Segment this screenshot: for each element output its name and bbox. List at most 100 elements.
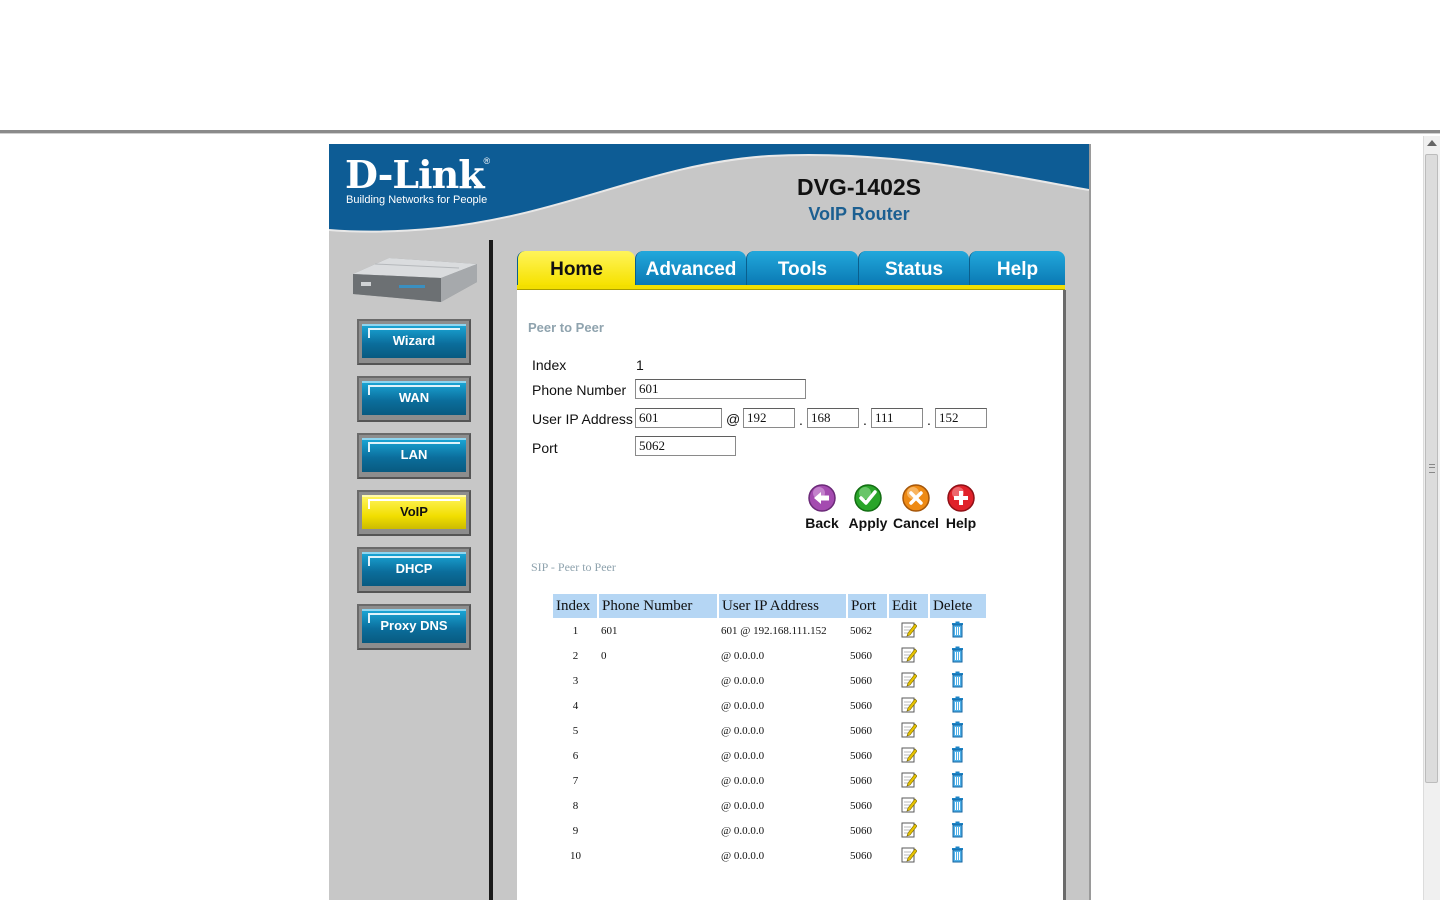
delete-trash-icon[interactable] [951,671,964,691]
cell-user-ip: @ 0.0.0.0 [721,699,765,712]
dlink-logo: D-Link® [345,152,491,197]
browser-top-area [0,0,1440,130]
tab-help[interactable]: Help [969,251,1065,285]
cell-port: 5060 [850,849,872,862]
delete-trash-icon[interactable] [951,696,964,716]
cell-delete [929,843,986,868]
phone-number-label: Phone Number [532,382,627,398]
cell-user-ip: @ 0.0.0.0 [721,824,765,837]
sidebar-item-proxy-dns[interactable]: Proxy DNS [357,604,471,650]
help-button[interactable]: Help [938,483,984,531]
port-label: Port [532,440,558,456]
edit-icon[interactable] [901,846,917,866]
delete-trash-icon[interactable] [951,646,964,666]
sidebar-item-lan[interactable]: LAN [357,433,471,479]
dot-separator-3: . [927,412,931,428]
sidebar-divider [489,240,493,900]
apply-button[interactable]: Apply [845,483,891,531]
edit-icon[interactable] [901,646,917,666]
cell-delete [929,668,986,693]
cell-phone-number [598,843,718,868]
table-row: 1 601 601 @ 192.168.111.152 5062 [553,618,986,643]
cell-user-ip: @ 0.0.0.0 [721,674,765,687]
port-input[interactable] [635,436,736,456]
table-row: 2 0 @ 0.0.0.0 5060 [553,643,986,668]
sidebar-item-voip[interactable]: VoIP [357,490,471,536]
tab-tools[interactable]: Tools [746,251,858,285]
cell-edit [888,768,929,793]
page-title: Peer to Peer [528,320,604,335]
cell-phone-number [598,768,718,793]
at-separator: @ [726,411,741,427]
product-subtitle: VoIP Router [808,204,910,224]
cell-index: 10 [570,849,581,862]
table-row: 10 @ 0.0.0.0 5060 [553,843,986,868]
delete-trash-icon[interactable] [951,746,964,766]
brand-tagline: Building Networks for People [346,194,488,206]
delete-trash-icon[interactable] [951,846,964,866]
tab-advanced[interactable]: Advanced [635,251,746,285]
sidebar-item-label: Wizard [392,333,436,348]
cancel-button[interactable]: Cancel [893,483,939,531]
cell-edit [888,818,929,843]
checkmark-icon [854,484,882,512]
cell-edit [888,718,929,743]
column-header-edit: Edit [887,594,929,618]
cell-index: 3 [572,674,579,687]
sidebar-item-wan[interactable]: WAN [357,376,471,422]
delete-trash-icon[interactable] [951,796,964,816]
main-content-panel: Peer to Peer Index 1 Phone Number User I… [517,290,1066,900]
edit-icon[interactable] [901,696,917,716]
user-ip-user-input[interactable] [635,408,722,428]
ip-octet-4-input[interactable] [935,408,987,428]
scroll-up-arrow-icon[interactable] [1427,140,1437,146]
phone-number-input[interactable] [635,379,806,399]
cell-phone-number [598,793,718,818]
table-row: 9 @ 0.0.0.0 5060 [553,818,986,843]
dot-separator-1: . [799,412,803,428]
cell-phone-number: 601 [601,624,618,637]
back-button[interactable]: Back [799,483,845,531]
delete-trash-icon[interactable] [951,621,964,641]
ip-octet-1-input[interactable] [743,408,795,428]
cell-index: 6 [572,749,579,762]
column-header-user-ip: User IP Address [717,594,847,618]
cell-edit [888,693,929,718]
sidebar-item-dhcp[interactable]: DHCP [357,547,471,593]
edit-icon[interactable] [901,721,917,741]
cell-phone-number [598,668,718,693]
table-row: 6 @ 0.0.0.0 5060 [553,743,986,768]
delete-trash-icon[interactable] [951,721,964,741]
cell-user-ip: @ 0.0.0.0 [721,649,765,662]
ip-octet-3-input[interactable] [871,408,923,428]
delete-trash-icon[interactable] [951,771,964,791]
table-row: 7 @ 0.0.0.0 5060 [553,768,986,793]
cell-port: 5060 [850,799,872,812]
edit-icon[interactable] [901,796,917,816]
ip-octet-2-input[interactable] [807,408,859,428]
edit-icon[interactable] [901,821,917,841]
cell-edit [888,618,929,643]
sidebar-item-wizard[interactable]: Wizard [357,319,471,365]
tab-status[interactable]: Status [858,251,969,285]
table-header-row: Index Phone Number User IP Address Port … [553,594,986,618]
edit-icon[interactable] [901,771,917,791]
cell-index: 7 [572,774,579,787]
back-arrow-icon [808,484,836,512]
edit-icon[interactable] [901,671,917,691]
tab-home[interactable]: Home [517,251,635,285]
registered-mark: ® [483,156,491,166]
cell-port: 5062 [850,624,872,637]
sidebar-item-label: VoIP [400,504,428,519]
cell-phone-number [598,743,718,768]
index-label: Index [532,357,567,373]
cell-port: 5060 [850,649,872,662]
column-header-phone-number: Phone Number [597,594,718,618]
sidebar-item-label: WAN [398,390,430,405]
cell-user-ip: 601 @ 192.168.111.152 [721,624,827,637]
cell-delete [929,718,986,743]
cell-user-ip: @ 0.0.0.0 [721,799,765,812]
delete-trash-icon[interactable] [951,821,964,841]
edit-icon[interactable] [901,621,917,641]
edit-icon[interactable] [901,746,917,766]
